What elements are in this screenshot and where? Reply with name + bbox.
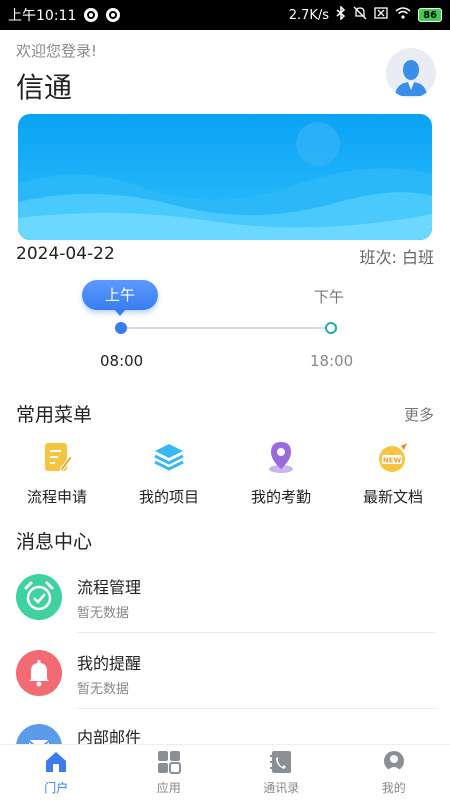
banner[interactable] [18,114,432,240]
menu-item-my-attendance[interactable]: 我的考勤 [226,440,336,507]
pm-timeline-dot [325,322,337,334]
menu-item-label: 我的项目 [138,488,199,506]
home-icon [46,752,67,772]
nav-tab-mine[interactable]: 我的 [338,745,450,800]
divider [77,708,436,709]
nav-label: 门户 [44,781,69,795]
am-timeline-dot [115,322,127,334]
profile-icon [383,751,404,771]
page-title: 信通 [16,71,73,104]
nav-tab-apps[interactable]: 应用 [113,745,226,800]
banner-waves-image [18,114,432,240]
pm-time: 18:00 [310,352,354,370]
timeline-track [120,327,330,329]
battery-indicator: 86 [418,8,442,22]
wifi-icon [395,7,411,23]
layers-icon [154,444,184,471]
welcome-text: 欢迎您登录! [16,42,98,60]
sim-off-icon [374,7,388,23]
avatar[interactable] [386,48,436,98]
message-item-process-management[interactable]: 流程管理 暂无数据 [16,574,436,640]
alarm-clock-icon [16,574,62,620]
user-avatar-icon [386,48,436,98]
bluetooth-icon [336,5,346,24]
bell-icon [16,650,62,696]
network-speed: 2.7K/s [288,7,330,23]
shift-value: 白班 [401,248,434,267]
nav-label: 我的 [381,781,406,795]
contacts-icon [270,751,292,773]
common-menu-title: 常用菜单 [16,404,93,426]
message-center-title: 消息中心 [16,531,93,553]
document-edit-icon [45,443,73,472]
shift-label: 班次: [359,248,397,267]
am-time: 08:00 [100,352,144,370]
new-badge-icon: NEW [379,443,407,472]
bottom-navigation: 门户 应用 通讯录 我的 [0,744,450,800]
notification-icon [106,8,121,22]
notification-icon [84,8,99,22]
menu-item-process-apply[interactable]: 流程申请 [2,440,112,507]
nav-label: 通讯录 [263,781,300,795]
menu-item-label: 流程申请 [26,488,87,506]
message-title: 我的提醒 [77,654,142,673]
nav-tab-portal[interactable]: 门户 [0,745,113,800]
shift-info: 班次: 白班 [359,244,434,268]
svg-text:NEW: NEW [383,457,402,465]
pm-checkin-label[interactable]: 下午 [314,286,344,307]
menu-item-latest-docs[interactable]: NEW 最新文档 [338,440,448,507]
am-checkin-button[interactable]: 上午 [82,280,158,316]
divider [77,632,436,633]
menu-item-my-projects[interactable]: 我的项目 [114,440,224,507]
message-title: 流程管理 [77,578,142,597]
more-link[interactable]: 更多 [404,404,434,425]
menu-item-label: 最新文档 [362,488,423,506]
status-bar: 上午10:11 2.7K/s 86 [0,0,450,30]
location-pin-icon [269,442,293,473]
nav-tab-contacts[interactable]: 通讯录 [225,745,338,800]
message-subtitle: 暂无数据 [77,606,130,621]
message-subtitle: 暂无数据 [77,682,130,697]
current-date: 2024-04-22 [16,244,115,264]
silent-icon [353,6,367,24]
message-item-my-reminders[interactable]: 我的提醒 暂无数据 [16,650,436,716]
status-time: 上午10:11 [8,8,77,24]
menu-item-label: 我的考勤 [250,488,311,506]
nav-label: 应用 [156,781,181,795]
apps-grid-icon [157,751,181,774]
